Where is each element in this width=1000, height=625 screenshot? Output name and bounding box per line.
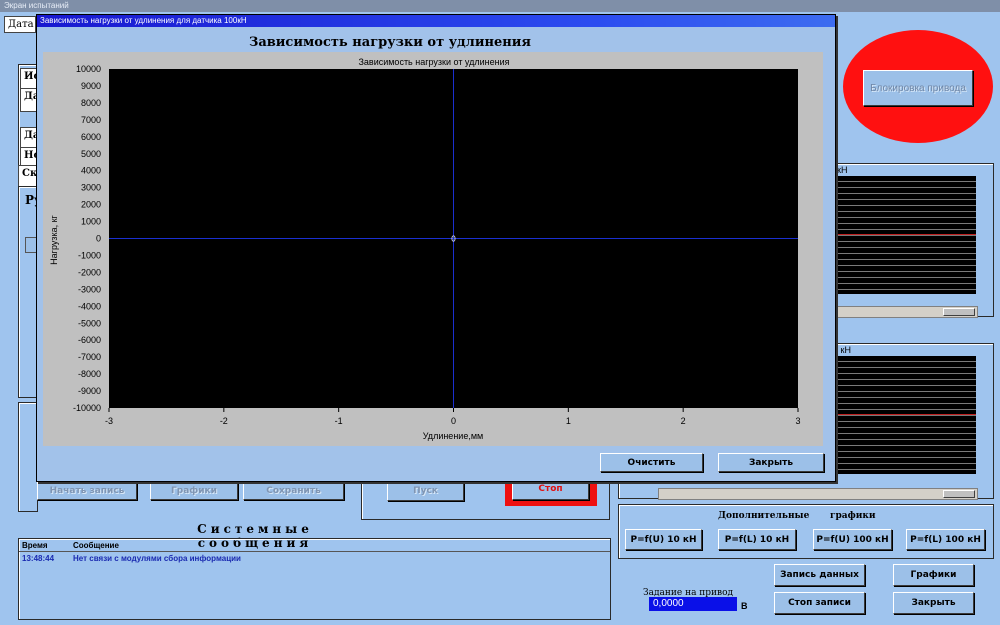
pu-10kn-button[interactable]: P=f(U) 10 кН: [625, 529, 702, 550]
graphs-button[interactable]: Графики: [893, 564, 974, 586]
dialog-close-label: Закрыть: [748, 457, 794, 468]
x-tick-label: 1: [566, 416, 571, 426]
right-chart-1-scrollbar[interactable]: [834, 306, 978, 318]
clear-button[interactable]: Очистить: [600, 453, 703, 472]
block-drive-button[interactable]: Блокировка привода: [863, 70, 973, 106]
left-control-panel: Ру: [18, 186, 42, 398]
message-time: 13:48:44: [22, 554, 55, 563]
x-axis-label: Удлинение,мм: [423, 431, 483, 441]
y-tick-label: -1000: [78, 250, 101, 260]
stop-label: Стоп: [538, 484, 563, 494]
load-elongation-dialog: Зависимость нагрузки от удлинения для да…: [36, 14, 836, 482]
y-tick-label: -5000: [78, 318, 101, 328]
system-messages-box: Время Сообщение 13:48:44 Нет связи с мод…: [18, 538, 611, 620]
y-tick-label: 5000: [81, 149, 101, 159]
drive-setpoint-value: 0,0000: [653, 598, 684, 609]
y-tick-label: -4000: [78, 301, 101, 311]
x-tick-label: 0: [451, 416, 456, 426]
data-point: 0: [451, 235, 456, 244]
col-time-header: Время: [22, 541, 48, 550]
pl-100kn-button[interactable]: P=f(L) 100 кН: [906, 529, 985, 550]
x-tick-label: -1: [335, 416, 343, 426]
additional-graphs-label: Дополнительные: [718, 511, 810, 521]
x-tick-label: 3: [795, 416, 800, 426]
dialog-title: Зависимость нагрузки от удлинения для да…: [40, 16, 247, 25]
left-lower-panel: [18, 402, 38, 512]
drive-unit: В: [741, 601, 748, 611]
chart-title: Зависимость нагрузки от удлинения: [358, 57, 509, 67]
y-tick-label: 10000: [76, 64, 101, 74]
y-axis-label: Нагрузка, кг: [49, 214, 59, 264]
y-tick-label: -6000: [78, 335, 101, 345]
y-tick-label: 3000: [81, 183, 101, 193]
y-tick-label: 2000: [81, 200, 101, 210]
pu-100kn-button[interactable]: P=f(U) 100 кН: [813, 529, 892, 550]
additional-graphs-label-2: графики: [830, 511, 876, 521]
right-chart-1-plot: [834, 176, 976, 294]
pusk-button[interactable]: Пуск: [387, 481, 464, 501]
stop-record-button[interactable]: Стоп записи: [774, 592, 865, 614]
right-chart-2-plot: [834, 356, 976, 474]
y-tick-label: -7000: [78, 352, 101, 362]
y-tick-label: -3000: [78, 284, 101, 294]
load-elongation-chart: Зависимость нагрузки от удлинения 100009…: [43, 52, 823, 446]
start-record-button[interactable]: Начать запись: [37, 482, 137, 500]
x-tick-label: -2: [220, 416, 228, 426]
main-window-titlebar: Экран испытаний: [0, 0, 1000, 12]
message-row[interactable]: 13:48:44 Нет связи с модулями сбора инфо…: [19, 553, 610, 565]
x-tick-label: 2: [681, 416, 686, 426]
y-tick-label: 4000: [81, 166, 101, 176]
y-tick-label: 7000: [81, 115, 101, 125]
pusk-label: Пуск: [413, 486, 438, 496]
y-tick-label: 0: [96, 234, 101, 244]
x-tick-label: -3: [105, 416, 113, 426]
y-tick-label: 1000: [81, 217, 101, 227]
y-tick-label: 8000: [81, 98, 101, 108]
message-text: Нет связи с модулями сбора информации: [73, 554, 241, 563]
dialog-heading: Зависимость нагрузки от удлинения: [248, 35, 532, 50]
col-message-header: Сообщение: [73, 541, 119, 550]
y-tick-label: -8000: [78, 369, 101, 379]
drive-setpoint-input[interactable]: 0,0000: [649, 597, 737, 611]
y-tick-label: 9000: [81, 81, 101, 91]
record-data-button[interactable]: Запись данных: [774, 564, 865, 586]
block-drive-label: Блокировка привода: [870, 82, 966, 94]
main-window-title: Экран испытаний: [4, 1, 69, 10]
right-chart-1-unit: кН: [837, 165, 848, 175]
dialog-close-button[interactable]: Закрыть: [718, 453, 824, 472]
dialog-titlebar: Зависимость нагрузки от удлинения для да…: [37, 15, 835, 27]
pl-10kn-button[interactable]: P=f(L) 10 кН: [718, 529, 796, 550]
save-button[interactable]: Сохранить: [243, 482, 344, 500]
y-tick-label: 6000: [81, 132, 101, 142]
right-chart-2-scrollbar[interactable]: [658, 488, 978, 500]
messages-header: Время Сообщение: [19, 539, 610, 552]
main-close-button[interactable]: Закрыть: [893, 592, 974, 614]
y-tick-label: -9000: [78, 386, 101, 396]
tab-data-label: Дата: [8, 19, 34, 30]
y-tick-label: -2000: [78, 267, 101, 277]
left-graphs-button[interactable]: Графики: [150, 482, 238, 500]
tab-data[interactable]: Дата: [4, 16, 36, 33]
y-tick-label: -10000: [73, 403, 101, 413]
clear-label: Очистить: [627, 457, 676, 468]
